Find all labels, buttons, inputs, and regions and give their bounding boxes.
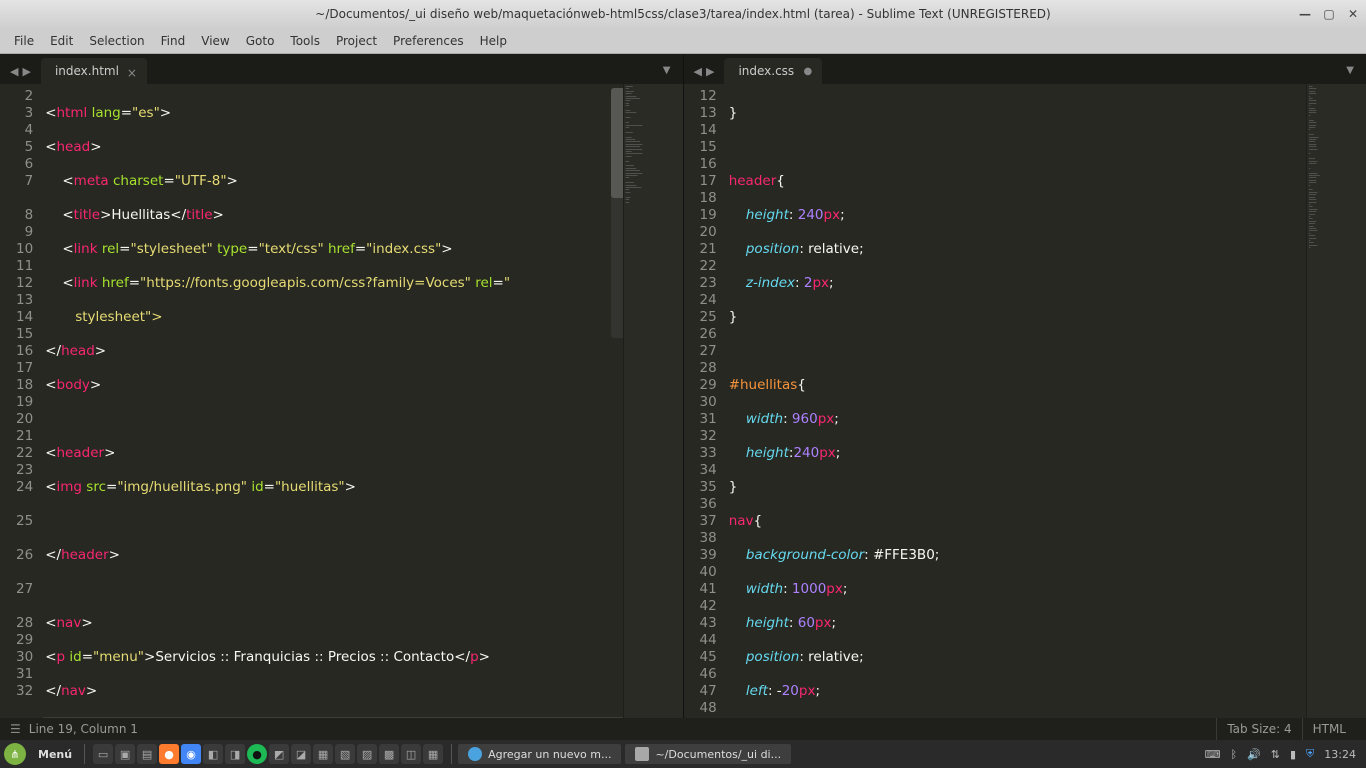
globe-icon — [468, 747, 482, 761]
gutter-right: 1213141516171819202122232425262728293031… — [684, 84, 727, 718]
tab-index-css[interactable]: index.css● — [724, 58, 822, 84]
minimap-right[interactable]: ▬▬▬▬▬▬▬▬▬▬▬▬▬▬▬▬▬▬▬▬▬▬▬▬▬▬▬▬▬▬▬▬▬▬▬▬▬▬▬▬… — [1306, 84, 1366, 718]
chrome-icon[interactable]: ◉ — [181, 744, 201, 764]
clock[interactable]: 13:24 — [1324, 748, 1356, 761]
editor-right[interactable]: 1213141516171819202122232425262728293031… — [684, 84, 1366, 718]
tabbar-right: ◀ ▶ index.css● ▼ — [684, 54, 1366, 84]
workarea: ◀ ▶ index.html× ▼ 234567 8910111213141516… — [0, 54, 1366, 718]
shield-icon[interactable]: ⛨ — [1306, 747, 1314, 761]
sublime-icon — [635, 747, 649, 761]
minimize-icon[interactable]: — — [1298, 7, 1312, 21]
system-tray: ⌨ ᛒ 🔊 ⇅ ▮ ⛨ 13:24 — [1195, 747, 1366, 761]
code-right[interactable]: } header{ height: 240px; position: relat… — [727, 84, 1306, 718]
menu-preferences[interactable]: Preferences — [387, 31, 470, 51]
tabs-dropdown-icon[interactable]: ▼ — [1340, 57, 1360, 84]
menu-file[interactable]: File — [8, 31, 40, 51]
calculator-icon[interactable]: ▦ — [423, 744, 443, 764]
app-icon[interactable]: ◩ — [269, 744, 289, 764]
menu-goto[interactable]: Goto — [240, 31, 281, 51]
nav-back-icon[interactable]: ◀ — [694, 65, 702, 78]
menu-selection[interactable]: Selection — [83, 31, 150, 51]
app-icon[interactable]: ◪ — [291, 744, 311, 764]
pane-left: ◀ ▶ index.html× ▼ 234567 8910111213141516… — [0, 54, 684, 718]
mint-menu-label[interactable]: Menú — [30, 748, 80, 761]
show-desktop-icon[interactable]: ▭ — [93, 744, 113, 764]
tab-index-html[interactable]: index.html× — [41, 58, 147, 84]
status-tab-size[interactable]: Tab Size: 4 — [1216, 718, 1301, 740]
gutter-left: 234567 89101112131415161718192021222324 … — [0, 84, 43, 718]
app-icon[interactable]: ▩ — [379, 744, 399, 764]
battery-icon[interactable]: ▮ — [1290, 748, 1296, 761]
menu-project[interactable]: Project — [330, 31, 383, 51]
quick-launch: ▭ ▣ ▤ ● ◉ ◧ ◨ ● ◩ ◪ ▦ ▧ ▨ ▩ ◫ ▦ — [89, 744, 447, 764]
files-icon[interactable]: ▤ — [137, 744, 157, 764]
network-icon[interactable]: ⇅ — [1271, 748, 1280, 761]
maximize-icon[interactable]: ▢ — [1322, 7, 1336, 21]
menu-view[interactable]: View — [195, 31, 235, 51]
hamburger-icon[interactable]: ☰ — [10, 722, 21, 736]
status-cursor-pos: Line 19, Column 1 — [29, 722, 138, 736]
app-icon[interactable]: ◫ — [401, 744, 421, 764]
pane-right: ◀ ▶ index.css● ▼ 121314151617181920212223… — [684, 54, 1366, 718]
nav-fwd-icon[interactable]: ▶ — [22, 65, 30, 78]
window-title: ~/Documentos/_ui diseño web/maquetaciónw… — [315, 7, 1050, 21]
keyboard-icon[interactable]: ⌨ — [1205, 748, 1221, 761]
menu-tools[interactable]: Tools — [284, 31, 326, 51]
menu-help[interactable]: Help — [474, 31, 513, 51]
tab-close-icon[interactable]: × — [127, 66, 137, 80]
app-icon[interactable]: ▦ — [313, 744, 333, 764]
app-icon[interactable]: ▨ — [357, 744, 377, 764]
app-icon[interactable]: ◧ — [203, 744, 223, 764]
mint-menu-icon[interactable]: ⋔ — [4, 743, 26, 765]
spotify-icon[interactable]: ● — [247, 744, 267, 764]
statusbar: ☰ Line 19, Column 1 Tab Size: 4 HTML — [0, 718, 1366, 740]
app-icon[interactable]: ▧ — [335, 744, 355, 764]
taskbar-task-sublime[interactable]: ~/Documentos/_ui di... — [625, 744, 791, 764]
firefox-icon[interactable]: ● — [159, 744, 179, 764]
nav-fwd-icon[interactable]: ▶ — [706, 65, 714, 78]
taskbar-task-browser[interactable]: Agregar un nuevo m... — [458, 744, 621, 764]
window-titlebar: ~/Documentos/_ui diseño web/maquetaciónw… — [0, 0, 1366, 28]
app-icon[interactable]: ◨ — [225, 744, 245, 764]
nav-back-icon[interactable]: ◀ — [10, 65, 18, 78]
menu-edit[interactable]: Edit — [44, 31, 79, 51]
menubar: File Edit Selection Find View Goto Tools… — [0, 28, 1366, 54]
volume-icon[interactable]: 🔊 — [1247, 748, 1261, 761]
status-syntax[interactable]: HTML — [1302, 718, 1356, 740]
bluetooth-icon[interactable]: ᛒ — [1230, 748, 1237, 761]
tab-dirty-icon: ● — [803, 66, 812, 77]
code-left[interactable]: <html lang="es"> <head> <meta charset="U… — [43, 84, 622, 718]
tabbar-left: ◀ ▶ index.html× ▼ — [0, 54, 683, 84]
os-taskbar: ⋔ Menú ▭ ▣ ▤ ● ◉ ◧ ◨ ● ◩ ◪ ▦ ▧ ▨ ▩ ◫ ▦ A… — [0, 740, 1366, 768]
close-icon[interactable]: ✕ — [1346, 7, 1360, 21]
terminal-icon[interactable]: ▣ — [115, 744, 135, 764]
editor-left[interactable]: 234567 89101112131415161718192021222324 … — [0, 84, 683, 718]
tabs-dropdown-icon[interactable]: ▼ — [657, 57, 677, 84]
menu-find[interactable]: Find — [155, 31, 192, 51]
minimap-left[interactable]: ▬▬▬▬▬▬▬▬▬▬▬▬▬▬▬▬▬▬▬▬▬▬▬▬▬▬▬▬▬▬▬▬▬▬▬▬▬▬▬▬… — [623, 84, 683, 718]
